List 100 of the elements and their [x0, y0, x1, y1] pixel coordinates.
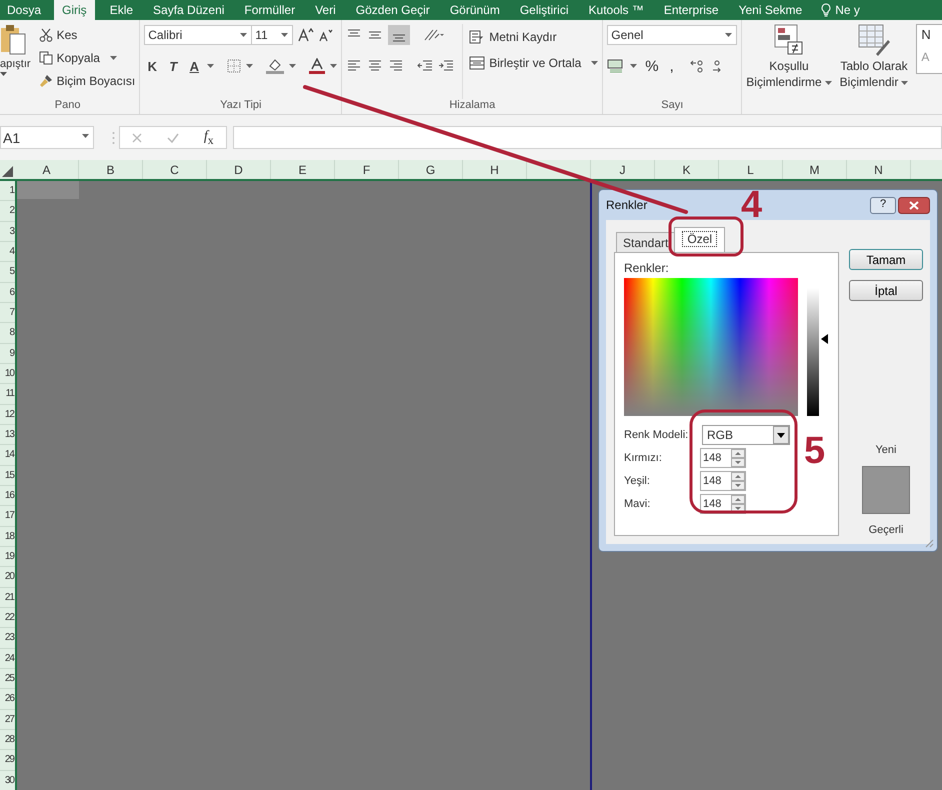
ok-button[interactable]: Tamam	[849, 249, 923, 270]
color-model-dropdown[interactable]: RGB	[702, 425, 790, 445]
grow-font-icon[interactable]	[298, 28, 314, 42]
cell-styles-gallery[interactable]: N A	[916, 24, 942, 74]
drag-handle-icon[interactable]	[112, 130, 115, 144]
row-header[interactable]: 5	[0, 262, 15, 283]
color-spectrum[interactable]	[624, 278, 798, 416]
row-header[interactable]: 18	[0, 526, 15, 547]
help-button[interactable]: ?	[870, 196, 896, 214]
row-header[interactable]: 19	[0, 546, 15, 568]
row-header[interactable]: 3	[0, 222, 15, 242]
ribbon-tab[interactable]: Formüller	[244, 0, 296, 20]
row-header[interactable]: 14	[0, 445, 15, 466]
row-header[interactable]: 20	[0, 567, 15, 588]
row-header[interactable]: 7	[0, 302, 15, 324]
row-header[interactable]: 6	[0, 282, 15, 303]
channel-input[interactable]: 148	[700, 448, 746, 468]
row-header[interactable]: 2	[0, 201, 15, 222]
row-header[interactable]: 13	[0, 424, 15, 446]
column-header[interactable]: E	[271, 160, 335, 179]
column-header[interactable]: B	[79, 160, 143, 179]
column-header[interactable]: J	[591, 160, 655, 179]
ribbon-tab[interactable]: Geliştirici	[520, 0, 569, 20]
row-header[interactable]: 4	[0, 242, 15, 262]
column-header[interactable]: N	[847, 160, 911, 179]
conditional-formatting-button[interactable]: Koşullu Biçimlendirme	[746, 58, 832, 90]
wrap-text-button[interactable]: Metni Kaydır	[489, 30, 557, 44]
borders-icon[interactable]	[227, 59, 242, 73]
row-header[interactable]: 28	[0, 730, 15, 750]
ribbon-tab[interactable]: Kutools ™	[588, 0, 644, 20]
spinner-arrows-icon[interactable]	[731, 472, 745, 490]
italic-button[interactable]: T	[165, 58, 182, 74]
spinner-arrows-icon[interactable]	[731, 449, 745, 467]
column-header[interactable]: H	[463, 160, 527, 179]
row-header[interactable]: 21	[0, 588, 15, 608]
row-header[interactable]: 15	[0, 466, 15, 486]
font-name-field[interactable]: Calibri	[144, 25, 252, 45]
row-header[interactable]: 27	[0, 710, 15, 730]
row-header[interactable]: 10	[0, 364, 15, 384]
spinner-arrows-icon[interactable]	[731, 495, 745, 513]
copy-button[interactable]: Kopyala	[56, 51, 100, 65]
orientation-icon[interactable]	[423, 28, 446, 42]
fill-color-icon[interactable]	[266, 58, 284, 74]
merge-center-button[interactable]: Birleştir ve Ortala	[489, 56, 582, 70]
number-format-field[interactable]: Genel	[607, 25, 738, 45]
dialog-tab[interactable]: Standart	[616, 232, 676, 252]
align-right-icon[interactable]	[388, 58, 404, 72]
column-header[interactable]: A	[15, 160, 79, 179]
row-header[interactable]: 11	[0, 384, 15, 405]
paste-button[interactable]: apıştır	[0, 58, 31, 70]
shrink-font-icon[interactable]	[319, 28, 334, 42]
format-as-table-button[interactable]: Tablo Olarak Biçimlendir	[840, 58, 908, 90]
channel-input[interactable]: 148	[700, 471, 746, 491]
ribbon-tab[interactable]: Yeni Sekme	[738, 0, 802, 20]
insert-function-button[interactable]: f$_{x}$	[204, 128, 214, 146]
column-header[interactable]: D	[207, 160, 271, 179]
ribbon-tab[interactable]: Görünüm	[450, 0, 500, 20]
ribbon-tab[interactable]: Enterprise	[664, 0, 719, 20]
column-header[interactable]: C	[143, 160, 207, 179]
ribbon-tab[interactable]: Dosya	[7, 0, 42, 20]
ribbon-tab[interactable]: Ekle	[110, 0, 134, 20]
column-header[interactable]: M	[783, 160, 847, 179]
row-header[interactable]: 26	[0, 689, 15, 710]
row-header[interactable]: 12	[0, 404, 15, 425]
luminance-slider[interactable]	[807, 288, 829, 416]
currency-icon[interactable]	[607, 59, 626, 73]
active-cell[interactable]	[17, 181, 79, 199]
align-center-icon[interactable]	[367, 58, 384, 72]
row-header[interactable]: 9	[0, 344, 15, 364]
row-header[interactable]: 29	[0, 750, 15, 771]
row-header[interactable]: 30	[0, 770, 15, 790]
dialog-tab[interactable]: Özel	[674, 227, 726, 252]
row-header[interactable]: 23	[0, 628, 15, 649]
tell-me-field[interactable]: Ne y	[835, 3, 860, 17]
formula-field[interactable]	[233, 126, 942, 149]
slider-pointer-icon[interactable]	[821, 334, 828, 344]
column-header[interactable]: L	[719, 160, 783, 179]
ribbon-tab[interactable]: Giriş	[54, 0, 95, 20]
row-header[interactable]: 16	[0, 486, 15, 506]
column-header[interactable]: F	[335, 160, 399, 179]
row-header[interactable]: 24	[0, 648, 15, 669]
increase-indent-icon[interactable]	[438, 58, 454, 72]
ribbon-tab[interactable]: Veri	[315, 0, 336, 20]
column-header[interactable]: G	[399, 160, 463, 179]
align-left-icon[interactable]	[346, 58, 362, 72]
decrease-indent-icon[interactable]	[417, 58, 434, 72]
row-header[interactable]: 25	[0, 668, 15, 690]
ribbon-tab[interactable]: Sayfa Düzeni	[153, 0, 224, 20]
column-header[interactable]: K	[655, 160, 719, 179]
row-header[interactable]: 1	[0, 181, 15, 202]
cancel-button[interactable]: İptal	[849, 280, 923, 301]
align-bottom-icon[interactable]	[388, 25, 410, 45]
bold-button[interactable]: K	[144, 58, 160, 74]
name-box[interactable]: A1	[0, 126, 94, 149]
comma-style-button[interactable]: ,	[666, 58, 677, 74]
row-header[interactable]: 17	[0, 506, 15, 527]
channel-input[interactable]: 148	[700, 494, 746, 514]
percent-button[interactable]: %	[642, 58, 662, 74]
close-button[interactable]	[898, 196, 930, 214]
resize-grip-icon[interactable]	[925, 539, 934, 548]
